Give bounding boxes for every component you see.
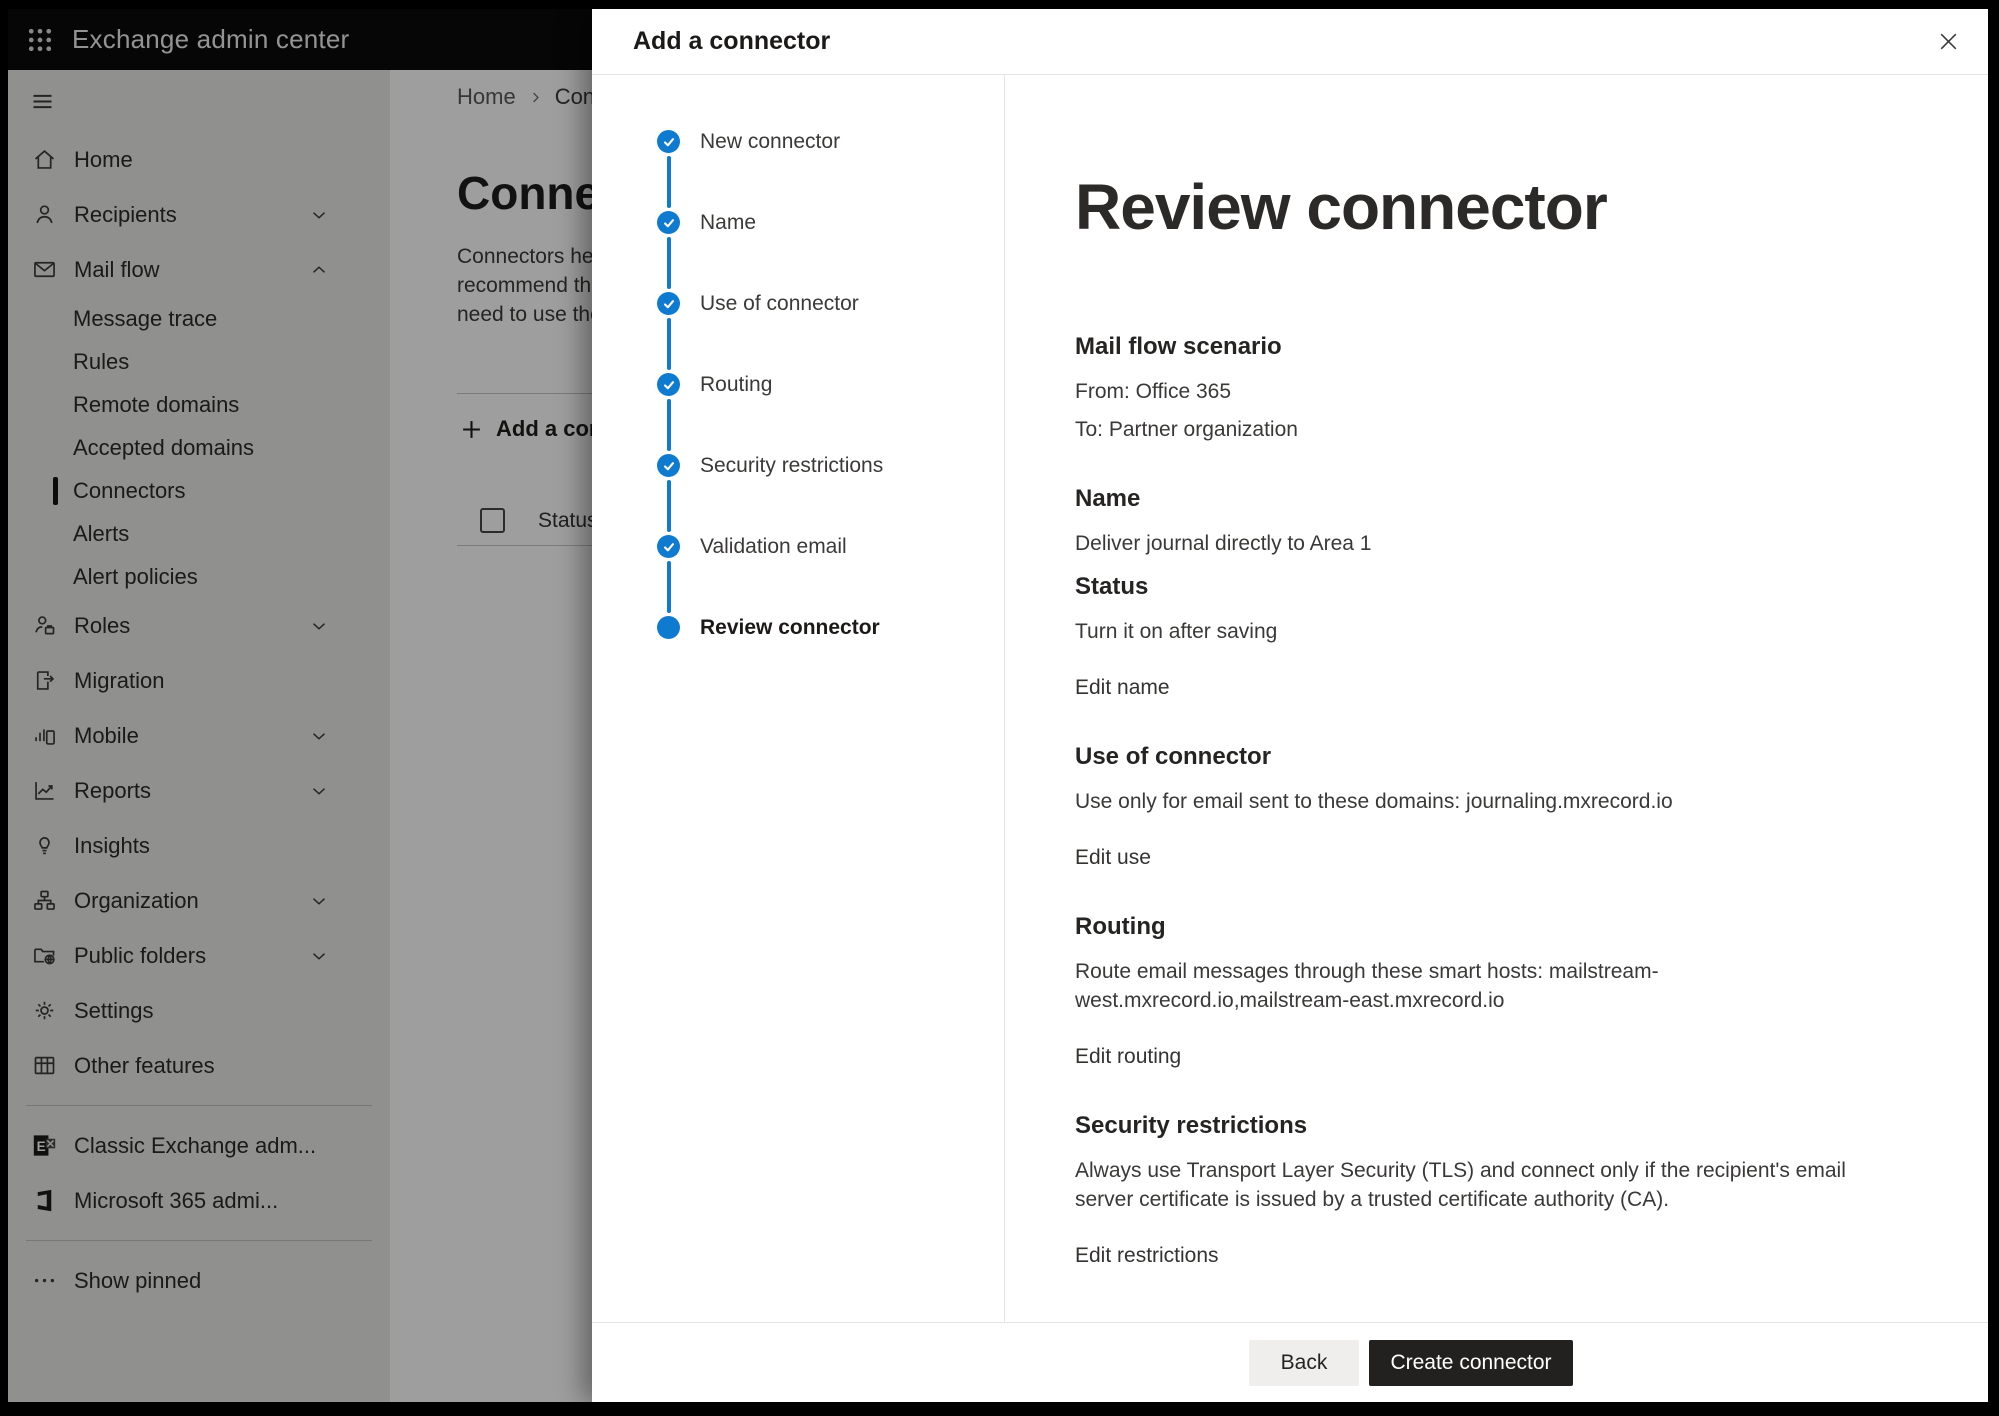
review-group-routing: Routing Route email messages through the…	[1075, 912, 1857, 1071]
edit-use-link[interactable]: Edit use	[1075, 843, 1151, 872]
wizard-step-new-connector: New connector	[657, 101, 1004, 182]
step-label: Review connector	[700, 616, 880, 640]
wizard-step-routing: Routing	[657, 344, 1004, 425]
dialog-header: Add a connector	[592, 9, 1988, 75]
step-check-icon	[657, 454, 680, 477]
step-check-icon	[657, 211, 680, 234]
close-icon	[1936, 29, 1961, 54]
group-value: Use only for email sent to these domains…	[1075, 787, 1857, 816]
step-check-icon	[657, 292, 680, 315]
screen: Exchange admin center Home	[8, 9, 1988, 1402]
group-heading: Routing	[1075, 912, 1857, 942]
group-value: Route email messages through these smart…	[1075, 957, 1857, 1015]
edit-restrictions-link[interactable]: Edit restrictions	[1075, 1241, 1219, 1270]
group-value: From: Office 365	[1075, 377, 1857, 406]
edit-name-link[interactable]: Edit name	[1075, 673, 1170, 702]
step-label: Name	[700, 211, 756, 235]
review-group-status: Status Turn it on after saving Edit name	[1075, 572, 1857, 702]
wizard-step-name: Name	[657, 182, 1004, 263]
review-group-use-of-connector: Use of connector Use only for email sent…	[1075, 742, 1857, 872]
step-label: Security restrictions	[700, 454, 883, 478]
add-connector-dialog: Add a connector New connector Name	[592, 9, 1988, 1402]
edit-routing-link[interactable]: Edit routing	[1075, 1042, 1181, 1071]
group-heading: Name	[1075, 484, 1857, 514]
close-button[interactable]	[1928, 22, 1968, 62]
create-connector-button[interactable]: Create connector	[1369, 1340, 1573, 1386]
step-label: Use of connector	[700, 292, 859, 316]
wizard-step-use-of-connector: Use of connector	[657, 263, 1004, 344]
step-label: Validation email	[700, 535, 847, 559]
step-current-dot	[657, 616, 680, 639]
back-button[interactable]: Back	[1249, 1340, 1359, 1386]
wizard-step-security-restrictions: Security restrictions	[657, 425, 1004, 506]
dialog-footer: Back Create connector	[592, 1322, 1988, 1402]
group-value: Turn it on after saving	[1075, 617, 1857, 646]
step-check-icon	[657, 130, 680, 153]
group-value: To: Partner organization	[1075, 415, 1857, 444]
group-heading: Mail flow scenario	[1075, 332, 1857, 362]
wizard-step-review-connector: Review connector	[657, 587, 1004, 668]
review-group-mail-flow-scenario: Mail flow scenario From: Office 365 To: …	[1075, 332, 1857, 444]
group-heading: Use of connector	[1075, 742, 1857, 772]
wizard-steps: New connector Name Use of connector Rout…	[592, 75, 1005, 1322]
step-check-icon	[657, 535, 680, 558]
wizard-step-validation-email: Validation email	[657, 506, 1004, 587]
group-value: Deliver journal directly to Area 1	[1075, 529, 1857, 558]
group-heading: Status	[1075, 572, 1857, 602]
group-value: Always use Transport Layer Security (TLS…	[1075, 1156, 1857, 1214]
review-group-security-restrictions: Security restrictions Always use Transpo…	[1075, 1111, 1857, 1270]
review-panel: Review connector Mail flow scenario From…	[1005, 75, 1988, 1322]
review-title: Review connector	[1075, 169, 1988, 246]
review-group-name: Name Deliver journal directly to Area 1	[1075, 484, 1857, 558]
dialog-title: Add a connector	[633, 27, 830, 56]
step-label: Routing	[700, 373, 772, 397]
group-heading: Security restrictions	[1075, 1111, 1857, 1141]
step-check-icon	[657, 373, 680, 396]
step-label: New connector	[700, 130, 840, 154]
